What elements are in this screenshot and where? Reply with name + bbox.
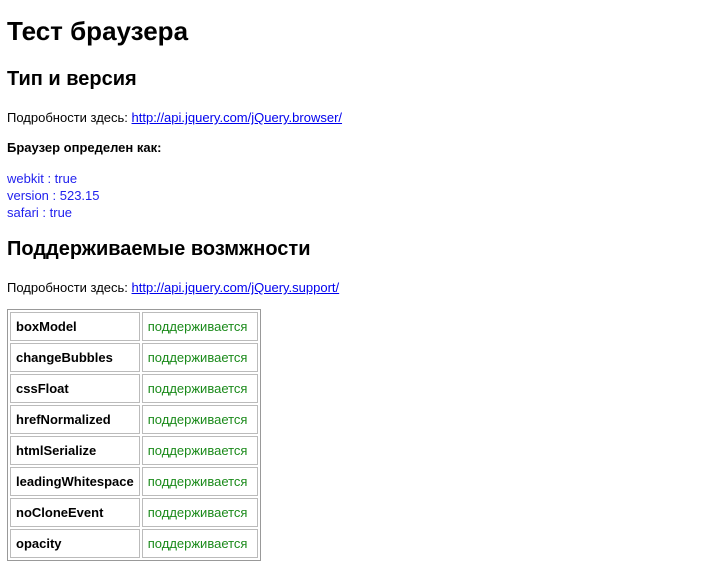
- section-heading-features: Поддерживаемые возмжности: [7, 238, 311, 260]
- table-row: htmlSerialize поддерживается: [10, 436, 258, 465]
- detected-label: Браузер определен как:: [7, 140, 162, 155]
- table-row: cssFloat поддерживается: [10, 374, 258, 403]
- feature-name: boxModel: [10, 312, 140, 341]
- features-table: boxModel поддерживается changeBubbles подде…: [7, 309, 261, 561]
- page-title: Тест браузера: [7, 16, 189, 46]
- details-label: Подробности здесь:: [7, 110, 128, 125]
- browser-docs-link[interactable]: http://api.jquery.com/jQuery.browser/: [132, 110, 343, 125]
- feature-status: поддерживается: [141, 312, 258, 341]
- feature-name: leadingWhitespace: [10, 467, 140, 496]
- feature-name: changeBubbles: [10, 343, 140, 372]
- table-row: hrefNormalized поддерживается: [10, 405, 258, 434]
- feature-name: noCloneEvent: [10, 498, 140, 527]
- table-row: noCloneEvent поддерживается: [10, 498, 258, 527]
- details-label: Подробности здесь:: [7, 280, 128, 295]
- table-row: changeBubbles поддерживается: [10, 343, 258, 372]
- browser-details-line: Подробности здесь: http://api.jquery.com…: [7, 110, 342, 125]
- table-row: opacity поддерживается: [10, 529, 258, 558]
- table-row: boxModel поддерживается: [10, 312, 258, 341]
- section-heading-type-version: Тип и версия: [7, 68, 137, 90]
- feature-status: поддерживается: [141, 405, 258, 434]
- support-docs-link[interactable]: http://api.jquery.com/jQuery.support/: [132, 280, 340, 295]
- support-details-line: Подробности здесь: http://api.jquery.com…: [7, 280, 339, 295]
- browser-value: version : 523.15: [7, 188, 100, 203]
- feature-name: htmlSerialize: [10, 436, 140, 465]
- feature-name: hrefNormalized: [10, 405, 140, 434]
- feature-status: поддерживается: [141, 436, 258, 465]
- feature-name: opacity: [10, 529, 140, 558]
- browser-value: safari : true: [7, 205, 73, 220]
- feature-status: поддерживается: [141, 343, 258, 372]
- browser-values: webkit : true version : 523.15 safari : …: [7, 170, 100, 221]
- table-row: leadingWhitespace поддерживается: [10, 467, 258, 496]
- feature-status: поддерживается: [141, 467, 258, 496]
- feature-name: cssFloat: [10, 374, 140, 403]
- feature-status: поддерживается: [141, 498, 258, 527]
- browser-value: webkit : true: [7, 171, 78, 186]
- feature-status: поддерживается: [141, 374, 258, 403]
- feature-status: поддерживается: [141, 529, 258, 558]
